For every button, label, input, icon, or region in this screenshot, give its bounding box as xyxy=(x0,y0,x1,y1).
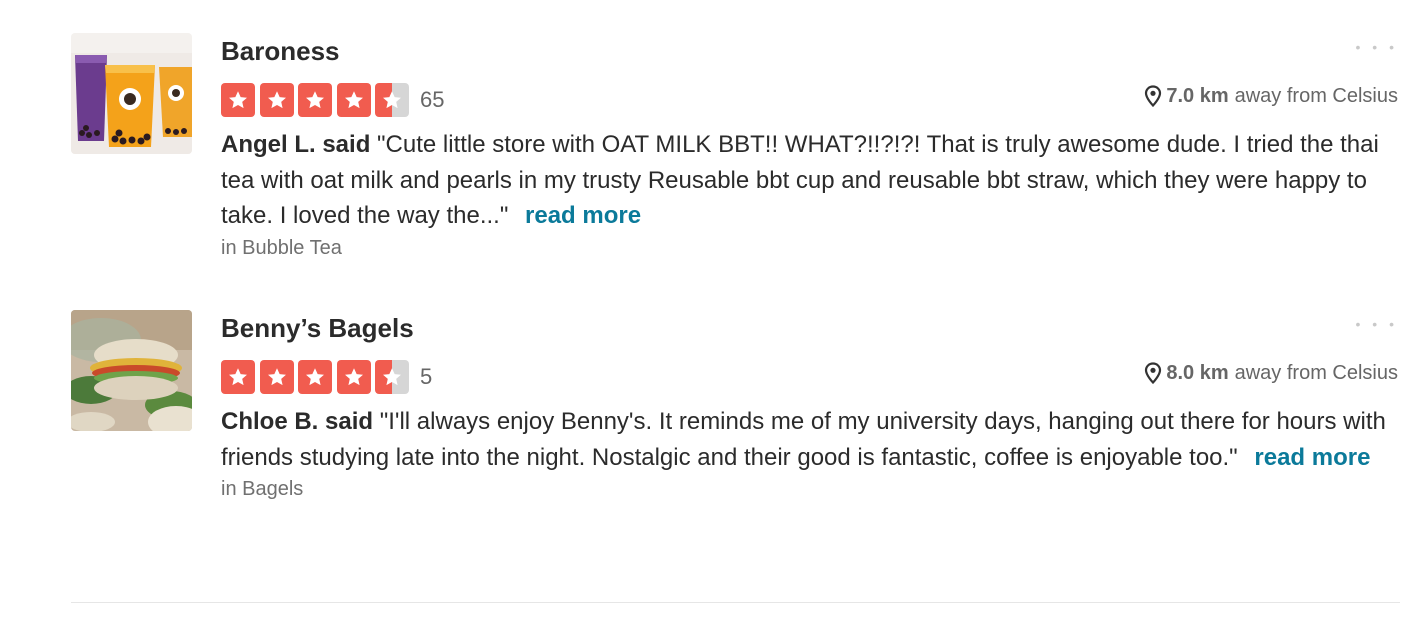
star-icon xyxy=(221,83,255,117)
divider xyxy=(71,602,1400,603)
distance-value: 7.0 km xyxy=(1166,85,1229,107)
review-count: 65 xyxy=(420,87,445,112)
category-label: in Bagels xyxy=(221,478,304,500)
business-body: Baroness • • • 65 7.0 km away from Celsi… xyxy=(221,33,1400,261)
bagel-sandwich-photo-icon xyxy=(71,310,192,431)
business-name[interactable]: Benny’s Bagels xyxy=(221,310,1400,346)
rating-row: 5 8.0 km away from Celsius xyxy=(221,360,1400,404)
review-snippet: Chloe B. said "I'll always enjoy Benny's… xyxy=(221,404,1401,475)
star-icon xyxy=(336,83,371,117)
half-star-icon xyxy=(375,360,409,394)
distance-value: 8.0 km xyxy=(1166,362,1229,384)
review-author: Chloe B. said xyxy=(221,408,374,435)
distance: 7.0 km away from Celsius xyxy=(1144,83,1398,109)
review-snippet: Angel L. said "Cute little store with OA… xyxy=(221,127,1401,234)
business-list: Baroness • • • 65 7.0 km away from Celsi… xyxy=(71,0,1400,554)
distance-suffix: away from Celsius xyxy=(1234,85,1398,107)
more-options-icon[interactable]: • • • xyxy=(1356,39,1398,55)
star-rating xyxy=(221,83,414,117)
business-name[interactable]: Baroness xyxy=(221,33,1400,69)
location-pin-icon xyxy=(1145,85,1162,107)
location-pin-icon xyxy=(1145,362,1162,384)
star-icon xyxy=(221,360,255,394)
read-more-link[interactable]: read more xyxy=(525,202,641,229)
bubble-tea-photo-icon xyxy=(71,33,192,154)
more-options-icon[interactable]: • • • xyxy=(1356,316,1398,332)
star-rating xyxy=(221,360,414,394)
star-icon xyxy=(259,83,294,117)
review-text: "Cute little store with OAT MILK BBT!! W… xyxy=(221,131,1379,229)
distance: 8.0 km away from Celsius xyxy=(1144,360,1398,386)
business-photo[interactable] xyxy=(71,33,192,154)
star-icon xyxy=(298,83,332,117)
distance-suffix: away from Celsius xyxy=(1234,362,1398,384)
rating-row: 65 7.0 km away from Celsius xyxy=(221,83,1400,127)
list-item: Benny’s Bagels • • • 5 8.0 km away from … xyxy=(71,277,1400,554)
star-icon xyxy=(259,360,294,394)
review-text: "I'll always enjoy Benny's. It reminds m… xyxy=(221,408,1386,471)
review-count: 5 xyxy=(420,364,433,389)
business-photo[interactable] xyxy=(71,310,192,431)
list-item: Baroness • • • 65 7.0 km away from Celsi… xyxy=(71,0,1400,277)
star-icon xyxy=(336,360,371,394)
business-body: Benny’s Bagels • • • 5 8.0 km away from … xyxy=(221,310,1400,502)
half-star-icon xyxy=(375,83,409,117)
category-label: in Bubble Tea xyxy=(221,236,342,259)
read-more-link[interactable]: read more xyxy=(1254,444,1370,471)
star-icon xyxy=(298,360,332,394)
review-author: Angel L. said xyxy=(221,131,371,158)
